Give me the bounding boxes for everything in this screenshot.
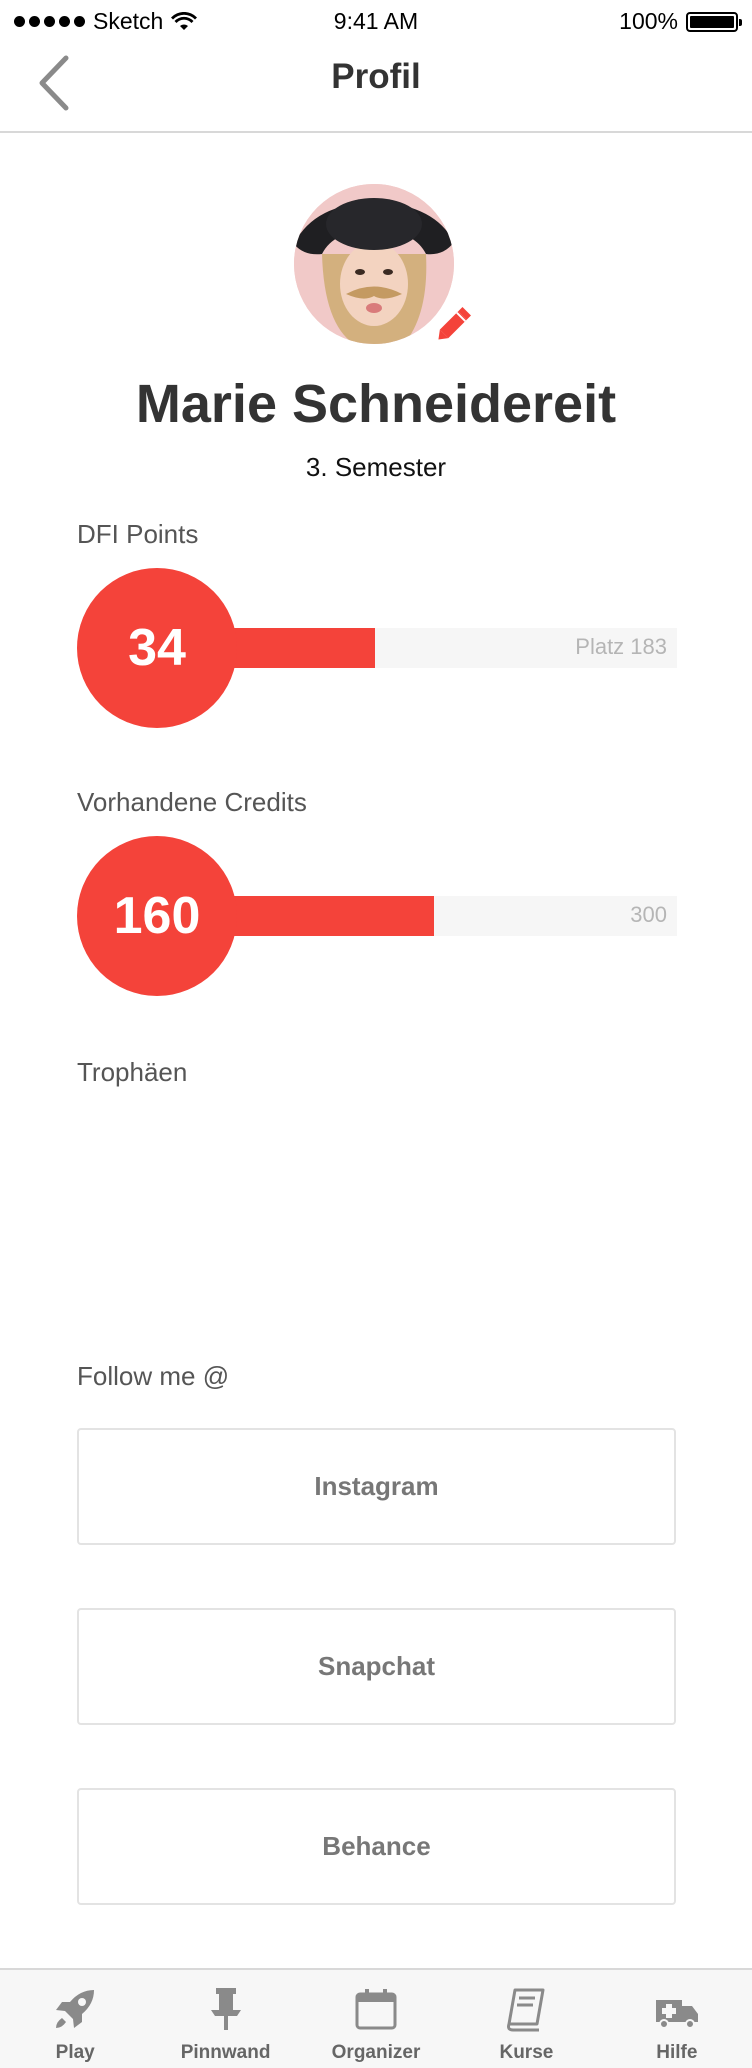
pin-icon [210,1988,241,2030]
tab-label: Kurse [499,2042,554,2063]
tab-pinnwand[interactable]: Pinnwand [150,1970,300,2068]
book-icon [507,1988,545,2032]
credits-max-label: 300 [630,902,667,927]
page-title: Profil [331,57,421,96]
tab-kurse[interactable]: Kurse [451,1970,601,2068]
credits-value-badge: 160 [77,836,237,996]
tab-label: Pinnwand [180,2042,271,2063]
status-bar: Sketch 9:41 AM 100% [0,0,752,40]
ambulance-icon [655,2000,698,2029]
tab-hilfe[interactable]: Hilfe [602,1970,752,2068]
battery-icon [686,11,742,32]
behance-button[interactable]: Behance [77,1788,676,1905]
profile-avatar-container [294,184,471,344]
calendar-icon [355,1989,397,2030]
tab-play[interactable]: Play [0,1970,150,2068]
navigation-bar: Profil [0,40,752,133]
profile-name: Marie Schneidereit [135,374,617,434]
avatar[interactable] [294,184,454,344]
tab-bar: Play Pinnwand Organizer Kurse Hilfe [0,1968,752,2068]
credits-label: Vorhandene Credits [77,787,307,817]
tab-label: Play [55,2042,95,2063]
tab-organizer[interactable]: Organizer [301,1970,451,2068]
snapchat-button[interactable]: Snapchat [77,1608,676,1725]
pencil-icon [438,307,471,340]
edit-profile-button[interactable] [432,302,476,346]
dfi-points-progress: Platz 183 34 [77,568,677,728]
rank-label: Platz 183 [575,634,667,659]
tab-label: Hilfe [656,2042,698,2063]
battery-percent: 100% [619,8,678,34]
rocket-icon [56,1990,95,2028]
follow-label: Follow me @ [77,1361,230,1391]
tab-label: Organizer [331,2042,421,2063]
credits-progress: 300 160 [77,836,677,996]
points-value-badge: 34 [77,568,237,728]
trophies-label: Trophäen [77,1057,188,1087]
profile-semester: 3. Semester [305,452,447,482]
instagram-button[interactable]: Instagram [77,1428,676,1545]
dfi-points-label: DFI Points [77,519,199,549]
avatar-image [294,184,454,344]
status-right: 100% [619,8,742,35]
